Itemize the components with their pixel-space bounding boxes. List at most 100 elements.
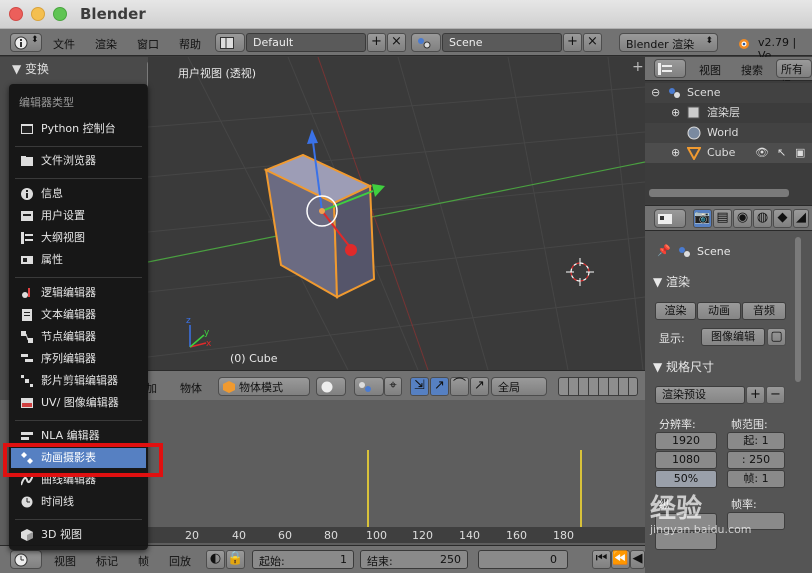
add-preset-button[interactable]: + [746,386,765,404]
outliner-filter-select[interactable]: 所有场 [776,59,812,92]
menu-item-movie-clip-editor[interactable]: 影片剪辑编辑器 [11,371,146,391]
audio-button[interactable]: 音频 [742,302,786,320]
menu-item-sequence-editor[interactable]: 序列编辑器 [11,349,146,369]
menu-item-uv-image-editor[interactable]: UV/ 图像编辑器 [11,393,146,413]
scale-manipulator-button[interactable]: ↗ [470,377,489,396]
prev-keyframe-button[interactable]: ⏪ [611,550,630,569]
outliner-row-cube[interactable]: ⊕ Cube 👁 ↖ ▣ [645,143,812,163]
timeline-editor-type-button[interactable] [10,550,42,569]
expand-icon[interactable]: ⊕ [671,103,680,123]
camera-icon[interactable]: ▣ [795,143,805,163]
add-layout-button[interactable]: + [367,33,386,52]
menu-item-file-browser[interactable]: 文件浏览器 [11,151,146,171]
minimize-window-button[interactable] [31,7,45,21]
outliner-row-render-layers[interactable]: ⊕ 渲染层 [645,103,812,123]
more-tabs[interactable]: ◢ [793,209,809,228]
object-tab[interactable]: ◆ [773,209,792,228]
timeline-menu-marker[interactable]: 标记 [96,553,118,569]
display-select[interactable]: 图像编辑 [701,328,765,346]
lock-icon[interactable]: 🔒 [226,550,245,569]
menu-help[interactable]: 帮助 [179,36,201,52]
mode-select[interactable]: 物体模式 [218,377,310,396]
scene-tab[interactable]: ◉ [733,209,752,228]
outliner-row-world[interactable]: World [645,123,812,143]
outliner-menu-view[interactable]: 视图 [699,62,721,78]
layout-selector-button[interactable] [215,33,245,52]
record-toggle[interactable]: ◐ [206,550,225,569]
render-context-tab[interactable]: 📷 [693,209,712,228]
menu-item-node-editor[interactable]: 节点编辑器 [11,327,146,347]
render-preset-select[interactable]: 渲染预设 [655,386,745,404]
close-window-button[interactable] [9,7,23,21]
snap-toggle[interactable]: ⌖ [384,377,402,396]
shading-select[interactable] [316,377,346,396]
timeline-menu-playback[interactable]: 回放 [169,553,191,569]
3d-viewport[interactable]: z x y + 用户视图 (透视) (0) Cube [148,57,645,370]
pin-icon[interactable]: 📌 [657,244,671,257]
menu-item-properties[interactable]: 属性 [11,250,146,270]
collapse-icon[interactable]: ⊖ [651,83,660,103]
pivot-select[interactable] [354,377,384,396]
menu-item-user-preferences[interactable]: 用户设置 [11,206,146,226]
cursor-icon[interactable]: ↖ [777,143,786,163]
menu-item-timeline[interactable]: 时间线 [11,492,146,512]
timeline-menu-view[interactable]: 视图 [54,553,76,569]
menu-window[interactable]: 窗口 [137,36,159,52]
render-engine-select[interactable]: Blender 渲染 ⬍ [619,33,718,52]
properties-editor-type-button[interactable] [654,209,686,228]
eye-icon[interactable]: 👁 [755,143,769,163]
world-tab[interactable]: ◍ [753,209,772,228]
outliner-editor-type-button[interactable] [654,59,686,78]
resolution-percent-field[interactable]: 50% [655,470,717,488]
dimensions-panel-header[interactable]: ▼ 规格尺寸 [653,358,714,375]
render-button[interactable]: 渲染 [655,302,696,320]
current-frame-field[interactable]: 0 [478,550,568,569]
layer-buttons[interactable] [558,377,638,396]
rotate-manipulator-button[interactable]: ⌒ [450,377,469,396]
menu-item-outliner[interactable]: 大纲视图 [11,228,146,248]
remove-layout-button[interactable]: × [387,33,406,52]
outliner-row-scene[interactable]: ⊖ Scene [645,83,812,103]
scene-name-field[interactable]: Scene [442,33,562,52]
orientation-select[interactable]: 全局 [491,377,547,396]
menu-item-text-editor[interactable]: 文本编辑器 [11,305,146,325]
jump-start-button[interactable]: ⏮ [592,550,611,569]
resolution-x-field[interactable]: 1920 [655,432,717,450]
end-frame-field[interactable]: 结束: 250 [360,550,468,569]
outliner-scrollbar[interactable] [649,189,789,197]
transform-panel-header[interactable]: ▼ 变换 [12,60,49,77]
menu-object[interactable]: 物体 [180,380,202,396]
remove-preset-button[interactable]: − [766,386,785,404]
outliner-menu-search[interactable]: 搜索 [741,62,763,78]
layout-name-field[interactable]: Default [246,33,366,52]
editor-type-button[interactable]: ⬍ [10,33,42,52]
menu-item-3d-view[interactable]: 3D 视图 [11,525,146,545]
properties-scrollbar[interactable] [795,237,801,382]
expand-icon[interactable]: ⊕ [671,143,680,163]
menu-file[interactable]: 文件 [53,36,75,52]
lock-interface-button[interactable]: ▢ [767,328,786,346]
remove-scene-button[interactable]: × [583,33,602,52]
scene-selector-button[interactable] [411,33,441,52]
tick-label: 60 [278,529,292,542]
translate-manipulator-button[interactable]: ↗ [430,377,449,396]
render-layers-tab[interactable]: ▤ [713,209,732,228]
timeline-menu-frame[interactable]: 帧 [138,553,149,569]
menu-render[interactable]: 渲染 [95,36,117,52]
timeline-ruler[interactable]: 20 40 60 80 100 120 140 160 180 [148,527,648,543]
render-panel-header[interactable]: ▼ 渲染 [653,273,690,290]
manipulator-toggle[interactable]: ⇲ [410,377,429,396]
menu-item-info[interactable]: 信息 [11,184,146,204]
menu-item-logic-editor[interactable]: 逻辑编辑器 [11,283,146,303]
resolution-y-field[interactable]: 1080 [655,451,717,469]
frame-start-field[interactable]: 起: 1 [727,432,785,450]
add-scene-button[interactable]: + [563,33,582,52]
outliner[interactable]: ⊖ Scene ⊕ 渲染层 World ⊕ Cube 👁 ↖ ▣ [645,81,812,203]
frame-end-field[interactable]: : 250 [727,451,785,469]
animation-button[interactable]: 动画 [697,302,741,320]
maximize-window-button[interactable] [53,7,67,21]
start-frame-field[interactable]: 起始: 1 [252,550,354,569]
frame-step-field[interactable]: 帧: 1 [727,470,785,488]
menu-item-python-console[interactable]: Python 控制台 [11,119,146,139]
play-reverse-button[interactable]: ◀ [630,550,645,569]
